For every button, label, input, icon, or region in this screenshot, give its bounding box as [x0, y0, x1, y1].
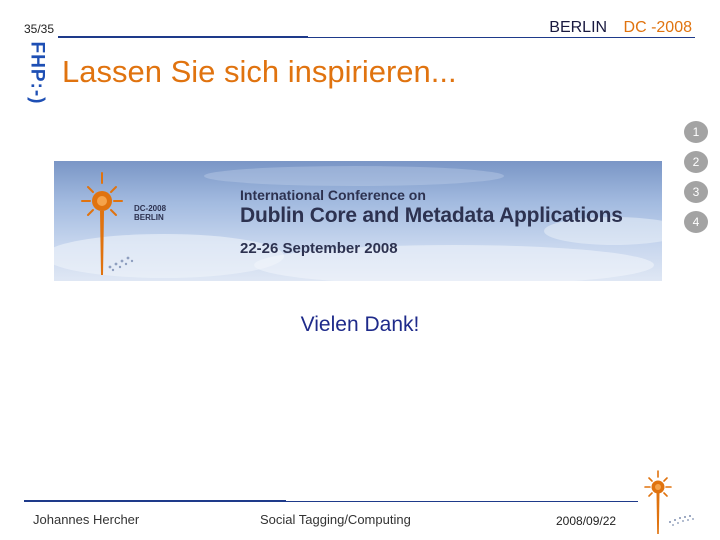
footer-author: Johannes Hercher [33, 512, 140, 527]
slide-title: Lassen Sie sich inspirieren... [62, 54, 457, 89]
nav-slide-2-button[interactable]: 2 [684, 151, 708, 173]
banner-conference-name: Dublin Core and Metadata Applications [240, 204, 623, 227]
banner-badge-line-1: DC-2008 [134, 204, 167, 213]
footer-rule-dark [24, 500, 286, 502]
nav-slide-3-button[interactable]: 3 [684, 181, 708, 203]
footer-date: 2008/09/22 [556, 514, 617, 528]
header-rule-dark [58, 36, 308, 38]
header-city: BERLIN [549, 19, 608, 36]
dc2008-sun-logo [81, 172, 134, 275]
footer-sun-logo [644, 470, 694, 534]
header-rule-light [308, 37, 695, 38]
conference-banner: DC-2008 BERLIN International Conference … [54, 161, 662, 281]
nav-slide-1-button[interactable]: 1 [684, 121, 708, 143]
banner-conference-intro: International Conference on [240, 187, 426, 203]
header-event-title: BERLIN DC -2008 [549, 19, 692, 37]
fhp-logo-text: FHP:-) [26, 41, 48, 105]
fhp-logo: FHP:-) [25, 40, 47, 106]
banner-conference-dates: 22-26 September 2008 [240, 240, 398, 257]
footer-topic: Social Tagging/Computing [260, 512, 411, 527]
header-event: DC -2008 [623, 19, 692, 36]
thanks-text: Vielen Dank! [300, 313, 420, 336]
nav-slide-4-button[interactable]: 4 [684, 211, 708, 233]
page-counter: 35/35 [24, 22, 55, 36]
footer-rule-light [286, 501, 638, 502]
banner-badge-line-2: BERLIN [134, 213, 164, 222]
